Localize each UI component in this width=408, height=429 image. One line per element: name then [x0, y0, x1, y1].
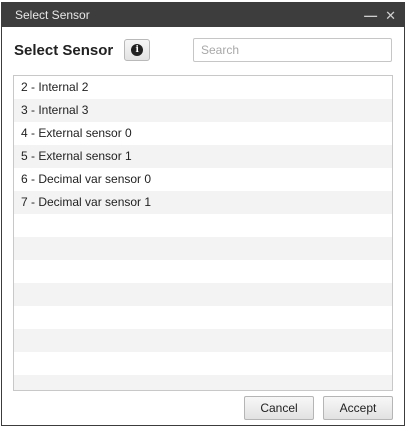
close-icon[interactable]: ✕: [385, 9, 396, 22]
info-circle-icon: i: [131, 44, 144, 56]
dialog-heading: Select Sensor: [14, 41, 114, 59]
empty-list-row: [14, 214, 392, 237]
dialog-header: Select Sensor i: [2, 27, 404, 73]
window-title: Select Sensor: [15, 8, 90, 22]
empty-list-row: [14, 260, 392, 283]
info-button[interactable]: i: [124, 39, 151, 61]
select-sensor-dialog: Select Sensor — ✕ Select Sensor i 2 - In…: [1, 2, 405, 426]
list-item[interactable]: 3 - Internal 3: [14, 99, 392, 122]
empty-list-row: [14, 352, 392, 375]
sensor-list[interactable]: 2 - Internal 2 3 - Internal 3 4 - Extern…: [13, 75, 393, 391]
list-item[interactable]: 4 - External sensor 0: [14, 122, 392, 145]
list-item[interactable]: 6 - Decimal var sensor 0: [14, 168, 392, 191]
list-item[interactable]: 2 - Internal 2: [14, 76, 392, 99]
minimize-icon[interactable]: —: [364, 9, 377, 22]
empty-list-row: [14, 375, 392, 390]
empty-list-row: [14, 283, 392, 306]
list-item[interactable]: 7 - Decimal var sensor 1: [14, 191, 392, 214]
cancel-button[interactable]: Cancel: [244, 396, 314, 420]
list-item[interactable]: 5 - External sensor 1: [14, 145, 392, 168]
search-input[interactable]: [193, 38, 392, 62]
accept-button[interactable]: Accept: [323, 396, 393, 420]
title-bar[interactable]: Select Sensor — ✕: [2, 3, 404, 27]
dialog-footer: Cancel Accept: [2, 391, 404, 425]
empty-list-row: [14, 237, 392, 260]
empty-list-row: [14, 329, 392, 352]
empty-list-row: [14, 306, 392, 329]
